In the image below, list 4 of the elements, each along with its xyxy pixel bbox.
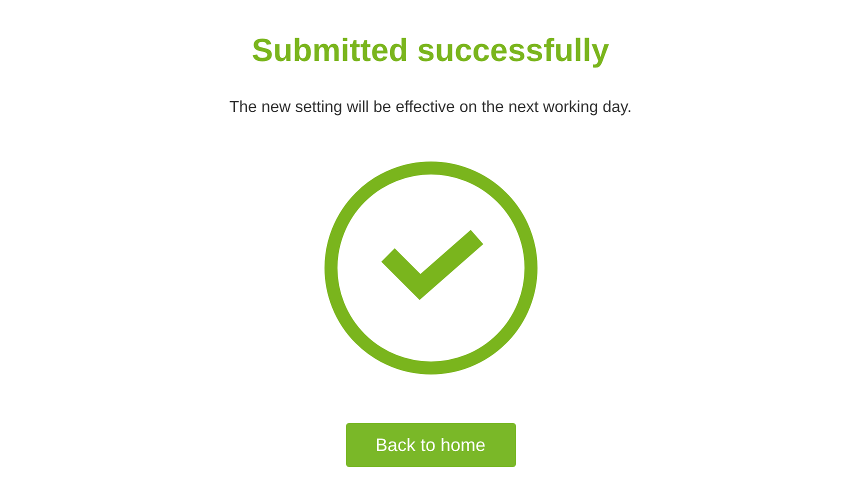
checkmark-circle-icon bbox=[324, 161, 538, 375]
success-title: Submitted successfully bbox=[252, 31, 610, 69]
confirmation-message: The new setting will be effective on the next working day. bbox=[229, 98, 632, 118]
back-to-home-button[interactable]: Back to home bbox=[346, 423, 516, 467]
